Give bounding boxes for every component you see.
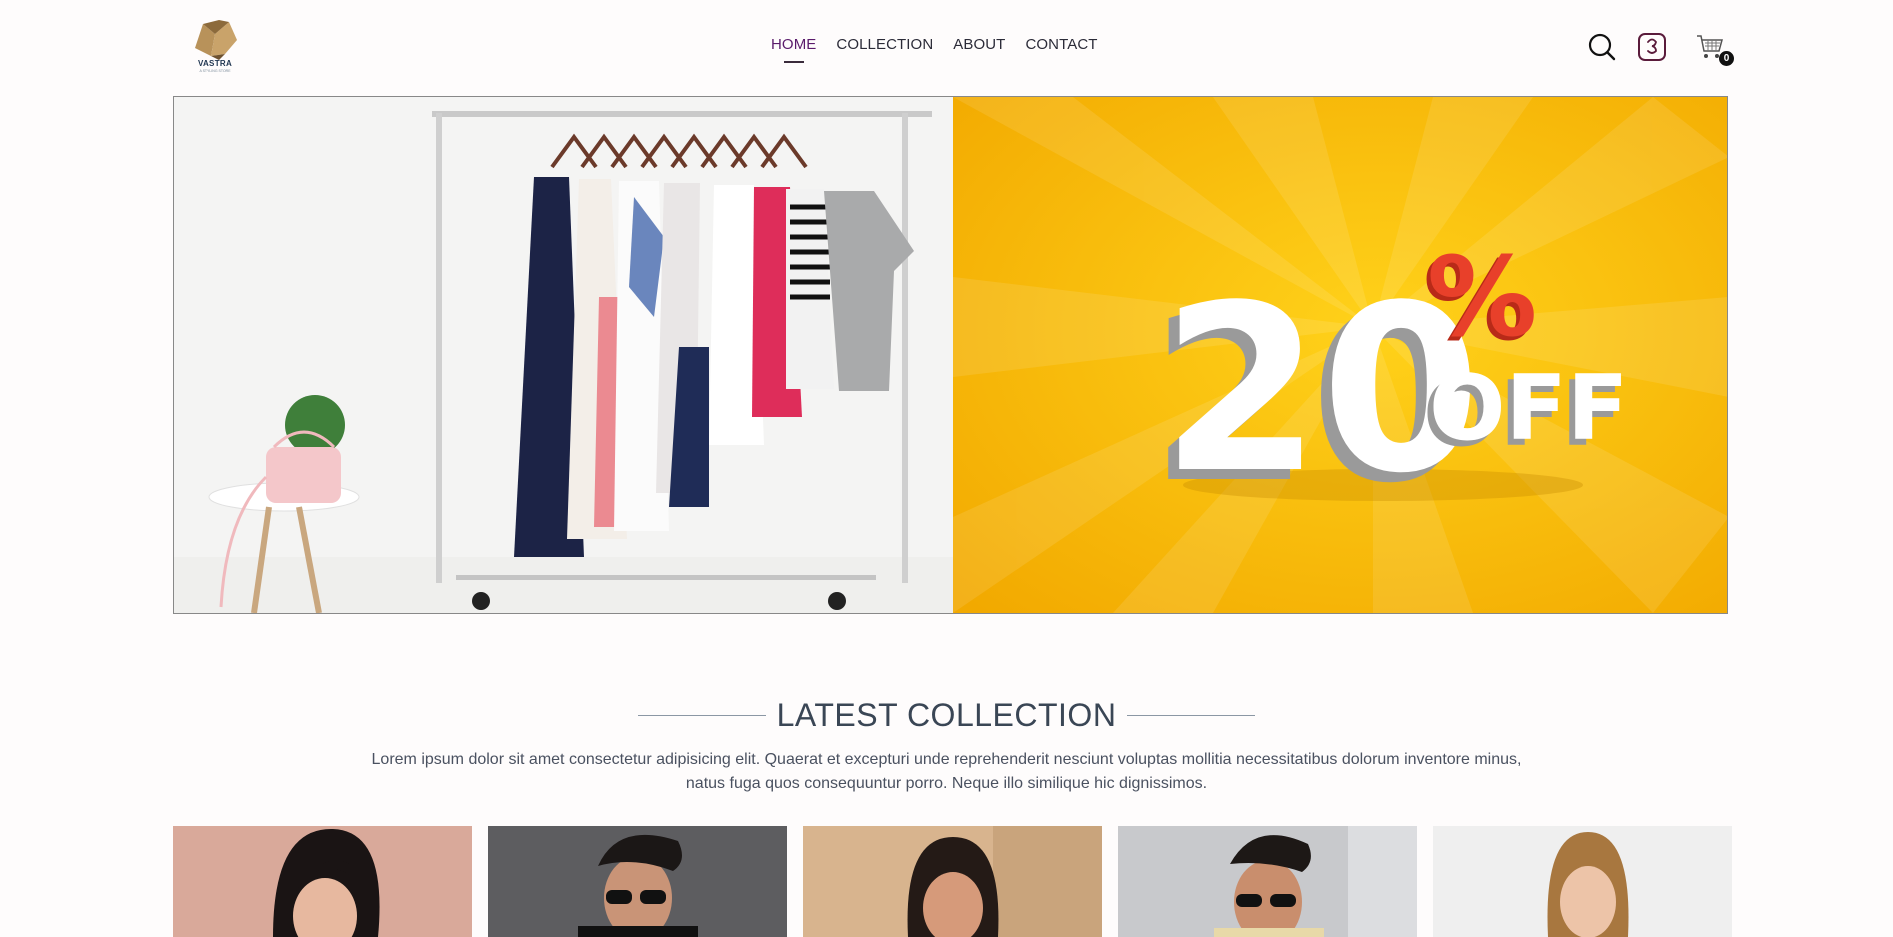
header-icons: 0: [1587, 32, 1734, 66]
latest-collection-title-row: LATEST COLLECTION: [0, 697, 1893, 734]
site-header: VASTRA A STYLING STORE HOME COLLECTION A…: [0, 0, 1893, 96]
profile-icon: [1638, 33, 1666, 61]
sale-banner[interactable]: 20 20 % % OFF OFF: [953, 97, 1727, 613]
product-image-woman-pink: [173, 826, 472, 937]
profile-button[interactable]: [1637, 32, 1667, 62]
product-image-woman-beige: [803, 826, 1102, 937]
nav-home[interactable]: HOME: [771, 36, 816, 53]
product-image-woman-white: [1433, 826, 1732, 937]
product-grid: [173, 826, 1732, 937]
logo-tagline: A STYLING STORE: [199, 69, 231, 73]
cart-button[interactable]: 0: [1695, 32, 1734, 66]
product-card-3[interactable]: [803, 826, 1102, 937]
nav-collection[interactable]: COLLECTION: [836, 36, 933, 53]
nav-contact[interactable]: CONTACT: [1025, 36, 1097, 53]
vastra-logo[interactable]: VASTRA A STYLING STORE: [189, 18, 241, 76]
hero-banner[interactable]: 20 20 % % OFF OFF: [173, 96, 1728, 614]
title-divider-left: [638, 715, 767, 716]
title-divider-right: [1126, 715, 1255, 716]
sale-percent: %: [1427, 233, 1537, 361]
clothing-rack-image: [174, 97, 953, 613]
search-button[interactable]: [1587, 32, 1617, 62]
search-icon: [1588, 33, 1616, 61]
logo-mark-icon: [195, 20, 237, 60]
sale-off: OFF: [1429, 356, 1628, 461]
product-image-man-sunglasses: [488, 826, 787, 937]
product-card-5[interactable]: [1433, 826, 1732, 937]
latest-collection-description: Lorem ipsum dolor sit amet consectetur a…: [371, 751, 1522, 792]
nav-about[interactable]: ABOUT: [953, 36, 1005, 53]
product-card-1[interactable]: [173, 826, 472, 937]
cart-count-badge: 0: [1719, 51, 1734, 66]
clothing-rack-illustration: [174, 97, 953, 613]
sale-banner-graphic: 20 20 % % OFF OFF: [953, 97, 1727, 613]
product-image-man-light: [1118, 826, 1417, 937]
product-card-4[interactable]: [1118, 826, 1417, 937]
product-card-2[interactable]: [488, 826, 787, 937]
main-nav: HOME COLLECTION ABOUT CONTACT: [771, 36, 1098, 53]
latest-collection-title: LATEST COLLECTION: [776, 697, 1117, 733]
logo-name: VASTRA: [197, 59, 233, 68]
